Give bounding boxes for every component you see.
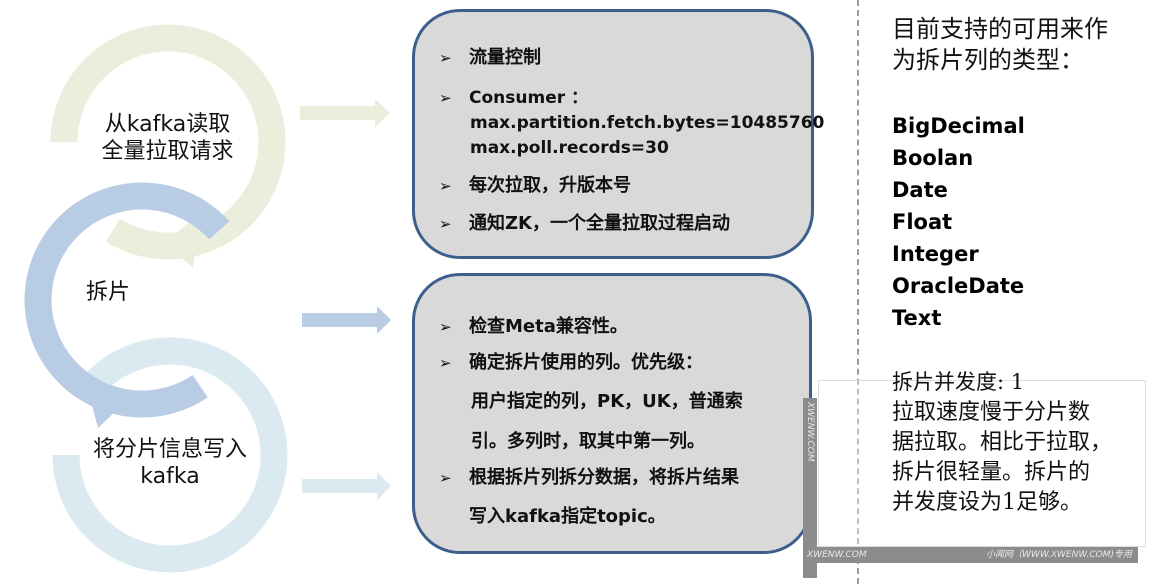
supported-types-list: BigDecimal Boolan Date Float Integer Ora… <box>892 110 1025 334</box>
box2-item-text: 确定拆片使用的列。优先级： <box>469 352 703 373</box>
stage2-label: 拆片 <box>80 279 136 306</box>
note-line: 拆片很轻量。拆片的 <box>892 460 1091 485</box>
box1-item-text: 通知ZK，一个全量拉取过程启动 <box>469 213 730 234</box>
box1-item-text: Consumer ： <box>469 88 589 108</box>
box1-config-line: max.poll.records=30 <box>470 138 669 158</box>
watermark-bottom-right-text: 小闻网（WWW.XWENW.COM)专用 <box>986 550 1132 560</box>
box1-item: ➢ 通知ZK，一个全量拉取过程启动 <box>439 209 730 235</box>
watermark-bottom-strip: XWENW.COM 小闻网（WWW.XWENW.COM)专用 <box>803 547 1138 563</box>
fetch-request-box: ➢ 流量控制 ➢ Consumer ： max.partition.fetch.by… <box>412 9 824 259</box>
stage3-label: 将分片信息写入 kafka <box>75 436 265 490</box>
split-concurrency-note: 拉取速度慢于分片数 据拉取。相比于拉取， 拆片很轻量。拆片的 并发度设为1足够。 <box>892 398 1172 518</box>
arrow-bullet-icon: ➢ <box>439 318 452 336</box>
stage1-label: 从kafka读取 全量拉取请求 <box>80 111 255 165</box>
arrow-bullet-icon: ➢ <box>439 215 452 233</box>
box2-item: ➢ 根据拆片列拆分数据，将拆片结果 <box>439 463 739 489</box>
box1-item-text: 流量控制 <box>469 47 541 68</box>
box2-item: ➢ 确定拆片使用的列。优先级： <box>439 348 703 374</box>
arrow-bullet-icon: ➢ <box>439 49 452 67</box>
box1-item-text: 每次拉取，升版本号 <box>469 175 631 196</box>
type-item: Boolan <box>892 146 974 170</box>
arrow-bullet-icon: ➢ <box>439 469 452 487</box>
box2-continuation: 引。多列时，取其中第一列。 <box>471 431 705 452</box>
box1-config-line: max.partition.fetch.bytes=10485760 <box>470 113 825 133</box>
supported-types-title-line1: 目前支持的可用来作 <box>892 15 1108 43</box>
type-item: Float <box>892 210 953 234</box>
arrow-bullet-icon: ➢ <box>439 354 452 372</box>
box2-continuation: 用户指定的列，PK，UK，普通索 <box>471 391 743 412</box>
arrow-bullet-icon: ➢ <box>439 177 452 195</box>
stage1-label-line1: 从kafka读取 <box>104 112 231 137</box>
watermark-bottom-left-text: XWENW.COM <box>807 550 867 560</box>
note-line: 并发度设为1足够。 <box>892 490 1082 515</box>
stage1-label-line2: 全量拉取请求 <box>101 139 234 164</box>
split-concurrency-title: 拆片并发度: 1 <box>892 370 1025 394</box>
watermark-side-text: XWENW.COM <box>805 402 815 462</box>
box1-item: ➢ 每次拉取，升版本号 <box>439 171 631 197</box>
connector-arrow-1 <box>300 99 390 127</box>
box2-continuation: 写入kafka指定topic。 <box>469 506 666 527</box>
stage3-label-line1: 将分片信息写入 <box>92 437 247 462</box>
stage3-label-line2: kafka <box>140 464 200 489</box>
connector-arrow-3 <box>302 472 391 500</box>
arrow-bullet-icon: ➢ <box>439 89 452 107</box>
note-line: 拉取速度慢于分片数 <box>892 400 1091 425</box>
box1-item: ➢ 流量控制 <box>439 43 541 69</box>
box1-item: ➢ Consumer ： <box>439 83 588 108</box>
box2-item: ➢ 检查Meta兼容性。 <box>439 312 628 338</box>
connector-arrow-2 <box>302 306 391 334</box>
supported-types-title-line2: 为拆片列的类型： <box>892 46 1084 74</box>
type-item: Integer <box>892 242 979 266</box>
box2-item-text: 根据拆片列拆分数据，将拆片结果 <box>469 467 739 488</box>
supported-types-title: 目前支持的可用来作 为拆片列的类型： <box>892 14 1162 76</box>
type-item: Date <box>892 178 948 202</box>
box2-item-text: 检查Meta兼容性。 <box>469 316 628 337</box>
cycle-diagram <box>24 24 391 573</box>
type-item: Text <box>892 306 942 330</box>
type-item: OracleDate <box>892 274 1025 298</box>
type-item: BigDecimal <box>892 114 1025 138</box>
note-line: 据拉取。相比于拉取， <box>892 430 1113 455</box>
stage2-label-line1: 拆片 <box>85 280 130 305</box>
split-box: ➢ 检查Meta兼容性。 ➢ 确定拆片使用的列。优先级： 用户指定的列，PK，UK，… <box>412 273 812 554</box>
